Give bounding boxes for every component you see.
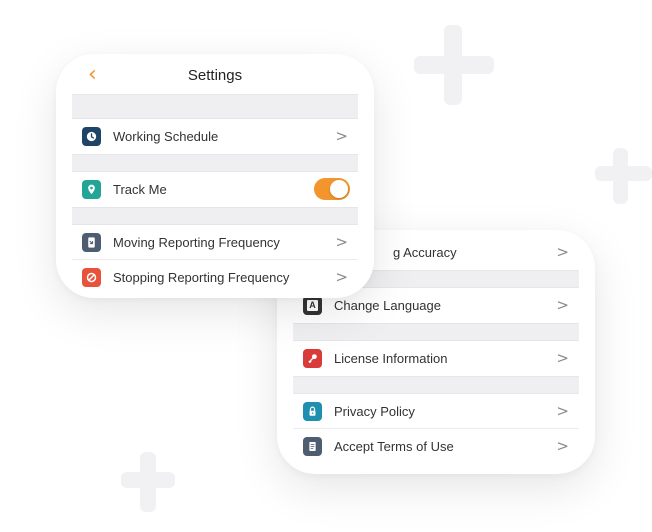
track-me-label: Track Me [113, 182, 167, 197]
accept-terms-label: Accept Terms of Use [334, 439, 454, 454]
chevron-right-icon: > [335, 127, 348, 145]
moving-reporting-frequency-label: Moving Reporting Frequency [113, 234, 280, 250]
toggle-knob [330, 180, 348, 198]
section-separator [293, 323, 579, 341]
decorative-plus-horizontal [595, 166, 652, 181]
change-language-label: Change Language [334, 298, 441, 313]
location-pin-icon [82, 180, 101, 199]
section-separator [72, 207, 358, 225]
section-separator [72, 154, 358, 172]
chevron-right-icon: > [335, 268, 348, 286]
chevron-right-icon: > [556, 437, 569, 455]
settings-list: Working Schedule > Track Me Moving Repor… [72, 94, 358, 295]
section-separator [72, 94, 358, 119]
decorative-plus-horizontal [121, 472, 175, 488]
chevron-right-icon: > [556, 349, 569, 367]
section-separator [293, 376, 579, 394]
moving-reporting-frequency-row[interactable]: Moving Reporting Frequency > [72, 225, 358, 260]
working-schedule-label: Working Schedule [113, 129, 219, 144]
page-title: Settings [187, 67, 243, 84]
key-icon [303, 349, 322, 368]
working-schedule-row[interactable]: Working Schedule > [72, 119, 358, 154]
accept-terms-row[interactable]: Accept Terms of Use > [293, 429, 579, 464]
chevron-right-icon: > [335, 233, 348, 251]
track-me-row: Track Me [72, 172, 358, 207]
language-icon-glyph: A [307, 300, 318, 311]
language-icon: A [303, 296, 322, 315]
stopping-reporting-frequency-label: Stopping Reporting Frequency [113, 270, 290, 285]
stop-icon [82, 268, 101, 287]
chevron-right-icon: > [556, 296, 569, 314]
lock-icon [303, 401, 322, 421]
chevron-right-icon: > [556, 402, 569, 420]
stopping-reporting-frequency-row[interactable]: Stopping Reporting Frequency > [72, 260, 358, 295]
document-icon [303, 437, 322, 456]
track-me-toggle[interactable] [314, 178, 350, 200]
settings-card: ‹ Settings Working Schedule > Track Me M… [56, 54, 374, 298]
navigation-bar: ‹ Settings [56, 54, 374, 94]
decorative-plus-horizontal [414, 56, 494, 74]
chevron-right-icon: > [556, 243, 569, 261]
license-information-label: License Information [334, 351, 448, 366]
privacy-policy-row[interactable]: Privacy Policy > [293, 394, 579, 429]
license-information-row[interactable]: License Information > [293, 341, 579, 376]
accuracy-label: g Accuracy [393, 245, 457, 260]
clock-icon [82, 127, 101, 146]
moving-phone-icon [82, 232, 101, 252]
privacy-policy-label: Privacy Policy [334, 403, 415, 419]
